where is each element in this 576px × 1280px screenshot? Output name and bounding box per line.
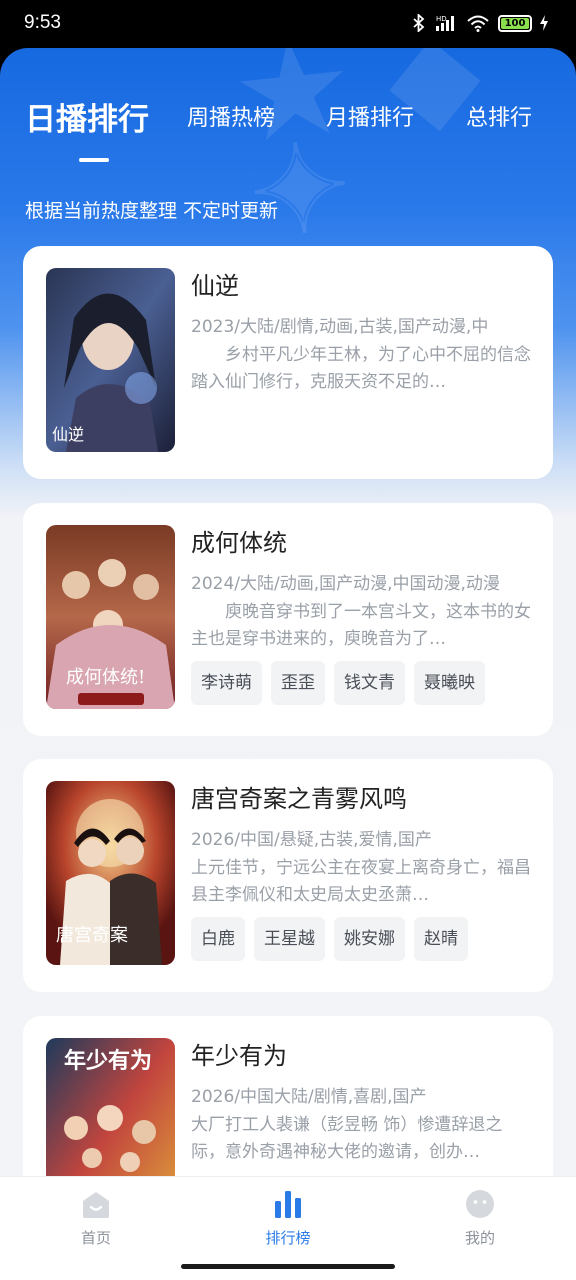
status-time: 9:53 <box>24 12 61 33</box>
svg-text:成何体统!: 成何体统! <box>66 667 145 688</box>
cast-tag[interactable]: 王星越 <box>254 917 325 961</box>
tab-weekly[interactable]: 周播热榜 <box>187 100 275 132</box>
card-title: 成何体统 <box>191 529 287 557</box>
nav-home[interactable]: 首页 <box>36 1189 156 1248</box>
ranking-screen: ★ ◆ ✦ 日播排行 周播热榜 月播排行 总排行 根据当前热度整理 不定时更新 … <box>0 48 576 1280</box>
cast-tag[interactable]: 赵晴 <box>414 917 468 961</box>
cast-tag[interactable]: 李诗萌 <box>191 661 262 705</box>
tab-total[interactable]: 总排行 <box>466 100 532 132</box>
card-description: 庾晚音穿书到了一本宫斗文，这本书的女主也是穿书进来的，庾晚音为了… <box>191 602 531 649</box>
cast-tag[interactable]: 歪歪 <box>271 661 325 705</box>
tab-monthly[interactable]: 月播排行 <box>326 100 414 132</box>
card-description: 大厂打工人裴谦（彭昱畅 饰）惨遭辞退之际，意外奇遇神秘大佬的邀请，创办… <box>191 1115 503 1162</box>
ranking-card[interactable]: 仙逆 仙逆 2023/大陆/剧情,动画,古装,国产动漫,中 乡村平凡少年王林，为… <box>23 246 553 479</box>
bluetooth-icon <box>413 14 425 32</box>
cast-tags: 白鹿 王星越 姚安娜 赵晴 <box>191 917 468 961</box>
ranking-bars-icon <box>275 1191 301 1218</box>
svg-text:仙逆: 仙逆 <box>52 425 84 444</box>
svg-text:HD: HD <box>436 15 447 23</box>
card-meta: 2023/大陆/剧情,动画,古装,国产动漫,中 <box>191 317 489 337</box>
card-meta: 2024/大陆/动画,国产动漫,中国动漫,动漫 <box>191 574 500 594</box>
poster-image: 唐宫奇案 <box>46 781 175 965</box>
nav-ranking-label: 排行榜 <box>265 1229 311 1247</box>
nav-profile[interactable]: 我的 <box>420 1189 540 1248</box>
home-indicator <box>181 1264 395 1269</box>
profile-face-icon <box>466 1190 494 1218</box>
ranking-card[interactable]: 成何体统! 成何体统 2024/大陆/动画,国产动漫,中国动漫,动漫 庾晚音穿书… <box>23 503 553 736</box>
svg-text:年少有为: 年少有为 <box>64 1048 152 1074</box>
status-bar: 9:53 HD 100 <box>0 0 576 48</box>
cast-tag[interactable]: 钱文青 <box>334 661 405 705</box>
signal-icon: HD <box>436 15 454 31</box>
nav-ranking[interactable]: 排行榜 <box>228 1189 348 1248</box>
charging-icon <box>540 15 548 31</box>
ranking-subtitle: 根据当前热度整理 不定时更新 <box>25 200 279 222</box>
card-title: 仙逆 <box>191 272 239 300</box>
cast-tag[interactable]: 白鹿 <box>191 917 245 961</box>
card-title: 年少有为 <box>191 1042 287 1070</box>
card-description: 上元佳节，宁远公主在夜宴上离奇身亡，福昌县主李佩仪和太史局太史丞萧… <box>191 858 531 905</box>
status-icons: HD 100 <box>412 14 548 32</box>
battery-level: 100 <box>501 17 529 29</box>
card-meta: 2026/中国大陆/剧情,喜剧,国产 <box>191 1087 427 1107</box>
cast-tag[interactable]: 聂曦映 <box>414 661 485 705</box>
active-tab-indicator <box>79 158 109 162</box>
wifi-icon <box>467 15 489 32</box>
poster-image: 仙逆 <box>46 268 175 452</box>
battery-indicator: 100 <box>498 14 532 32</box>
cast-tags: 李诗萌 歪歪 钱文青 聂曦映 <box>191 661 485 705</box>
cast-tag[interactable]: 姚安娜 <box>334 917 405 961</box>
nav-home-label: 首页 <box>80 1229 111 1247</box>
card-title: 唐宫奇案之青雾风鸣 <box>191 785 407 813</box>
home-icon <box>83 1192 109 1218</box>
card-meta: 2026/中国/悬疑,古装,爱情,国产 <box>191 830 432 850</box>
ranking-card[interactable]: 唐宫奇案 唐宫奇案之青雾风鸣 2026/中国/悬疑,古装,爱情,国产 上元佳节，… <box>23 759 553 992</box>
poster-image: 成何体统! <box>46 525 175 709</box>
nav-profile-label: 我的 <box>464 1229 495 1247</box>
svg-text:唐宫奇案: 唐宫奇案 <box>56 925 128 946</box>
card-description: 乡村平凡少年王林，为了心中不屈的信念踏入仙门修行，克服天资不足的… <box>191 345 531 392</box>
tab-daily[interactable]: 日播排行 <box>25 94 149 139</box>
